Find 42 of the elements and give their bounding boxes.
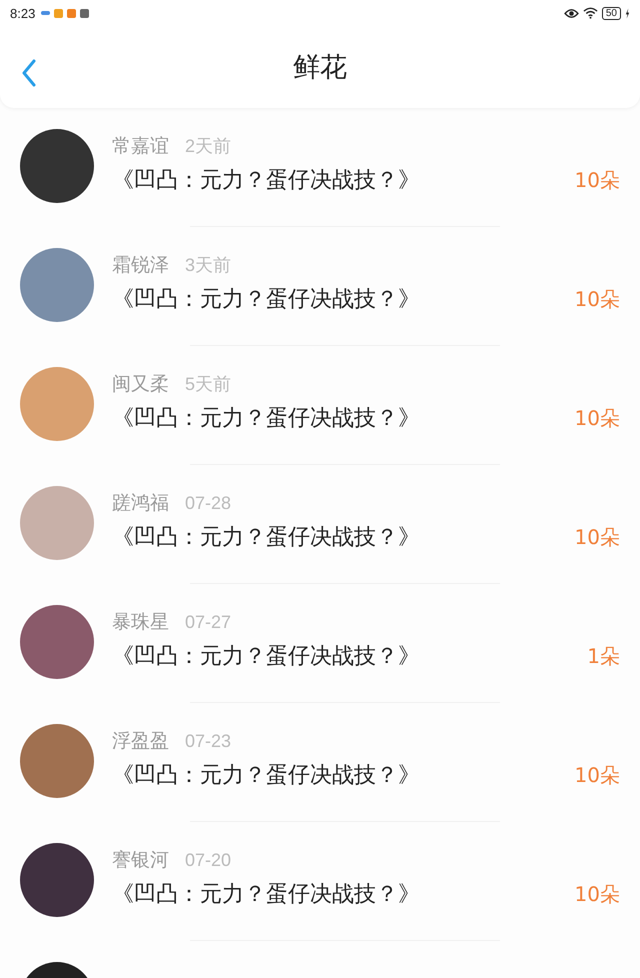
gift-record-item[interactable]: 暴珠星 07-27 《凹凸：元力？蛋仔决战技？》 1朵 (0, 584, 640, 703)
work-title: 《凹凸：元力？蛋仔决战技？》 (112, 286, 420, 314)
gift-record-item[interactable]: 霜锐泽 3天前 《凹凸：元力？蛋仔决战技？》 10朵 (0, 227, 640, 346)
flower-count: 10朵 (574, 404, 620, 432)
gift-record-item[interactable]: 蹉鸿福 07-28 《凹凸：元力？蛋仔决战技？》 10朵 (0, 465, 640, 584)
work-title: 《凹凸：元力？蛋仔决战技？》 (112, 405, 420, 433)
timestamp: 07-27 (185, 612, 232, 633)
flower-count: 10朵 (574, 166, 620, 194)
user-name: 蹉鸿福 (112, 491, 169, 516)
flower-count: 10朵 (574, 880, 620, 908)
user-name: 浮盈盈 (112, 729, 169, 754)
user-name: 謇银河 (112, 848, 169, 873)
flower-count: 10朵 (574, 524, 620, 550)
work-title: 《凹凸：元力？蛋仔决战技？》 (112, 643, 420, 671)
timestamp: 07-28 (185, 493, 232, 514)
flower-count: 1朵 (587, 642, 620, 670)
work-title: 《凹凸：元力？蛋仔决战技？》 (112, 881, 420, 909)
gift-record-item[interactable]: 浮盈盈 07-23 《凹凸：元力？蛋仔决战技？》 10朵 (0, 703, 640, 822)
user-name: 霜锐泽 (112, 253, 169, 278)
wifi-icon (582, 7, 598, 19)
flower-count: 10朵 (574, 762, 620, 788)
battery-indicator: 50 (602, 6, 621, 20)
back-button[interactable] (22, 58, 38, 88)
user-name: 闽又柔 (112, 372, 169, 397)
timestamp: 07-20 (185, 850, 232, 871)
eye-icon (564, 8, 579, 18)
page-title: 鲜花 (293, 51, 347, 85)
gift-record-item[interactable]: 謇银河 07-20 《凹凸：元力？蛋仔决战技？》 10朵 (0, 822, 640, 941)
gift-record-item[interactable]: 闽又柔 5天前 《凹凸：元力？蛋仔决战技？》 10朵 (0, 346, 640, 465)
work-title: 《凹凸：元力？蛋仔决战技？》 (112, 167, 420, 195)
status-time: 8:23 (10, 6, 36, 20)
work-title: 《凹凸：元力？蛋仔决战技？》 (112, 762, 420, 790)
timestamp: 2天前 (185, 135, 232, 158)
timestamp: 3天前 (185, 254, 232, 277)
gift-record-item[interactable]: 常嘉谊 2天前 《凹凸：元力？蛋仔决战技？》 10朵 (0, 108, 640, 227)
user-name: 常嘉谊 (112, 134, 169, 159)
work-title: 《凹凸：元力？蛋仔决战技？》 (112, 524, 420, 552)
charging-icon (625, 8, 630, 18)
user-name: 暴珠星 (112, 610, 169, 635)
flower-count: 10朵 (574, 286, 620, 312)
timestamp: 5天前 (185, 373, 232, 396)
timestamp: 07-23 (185, 731, 232, 752)
